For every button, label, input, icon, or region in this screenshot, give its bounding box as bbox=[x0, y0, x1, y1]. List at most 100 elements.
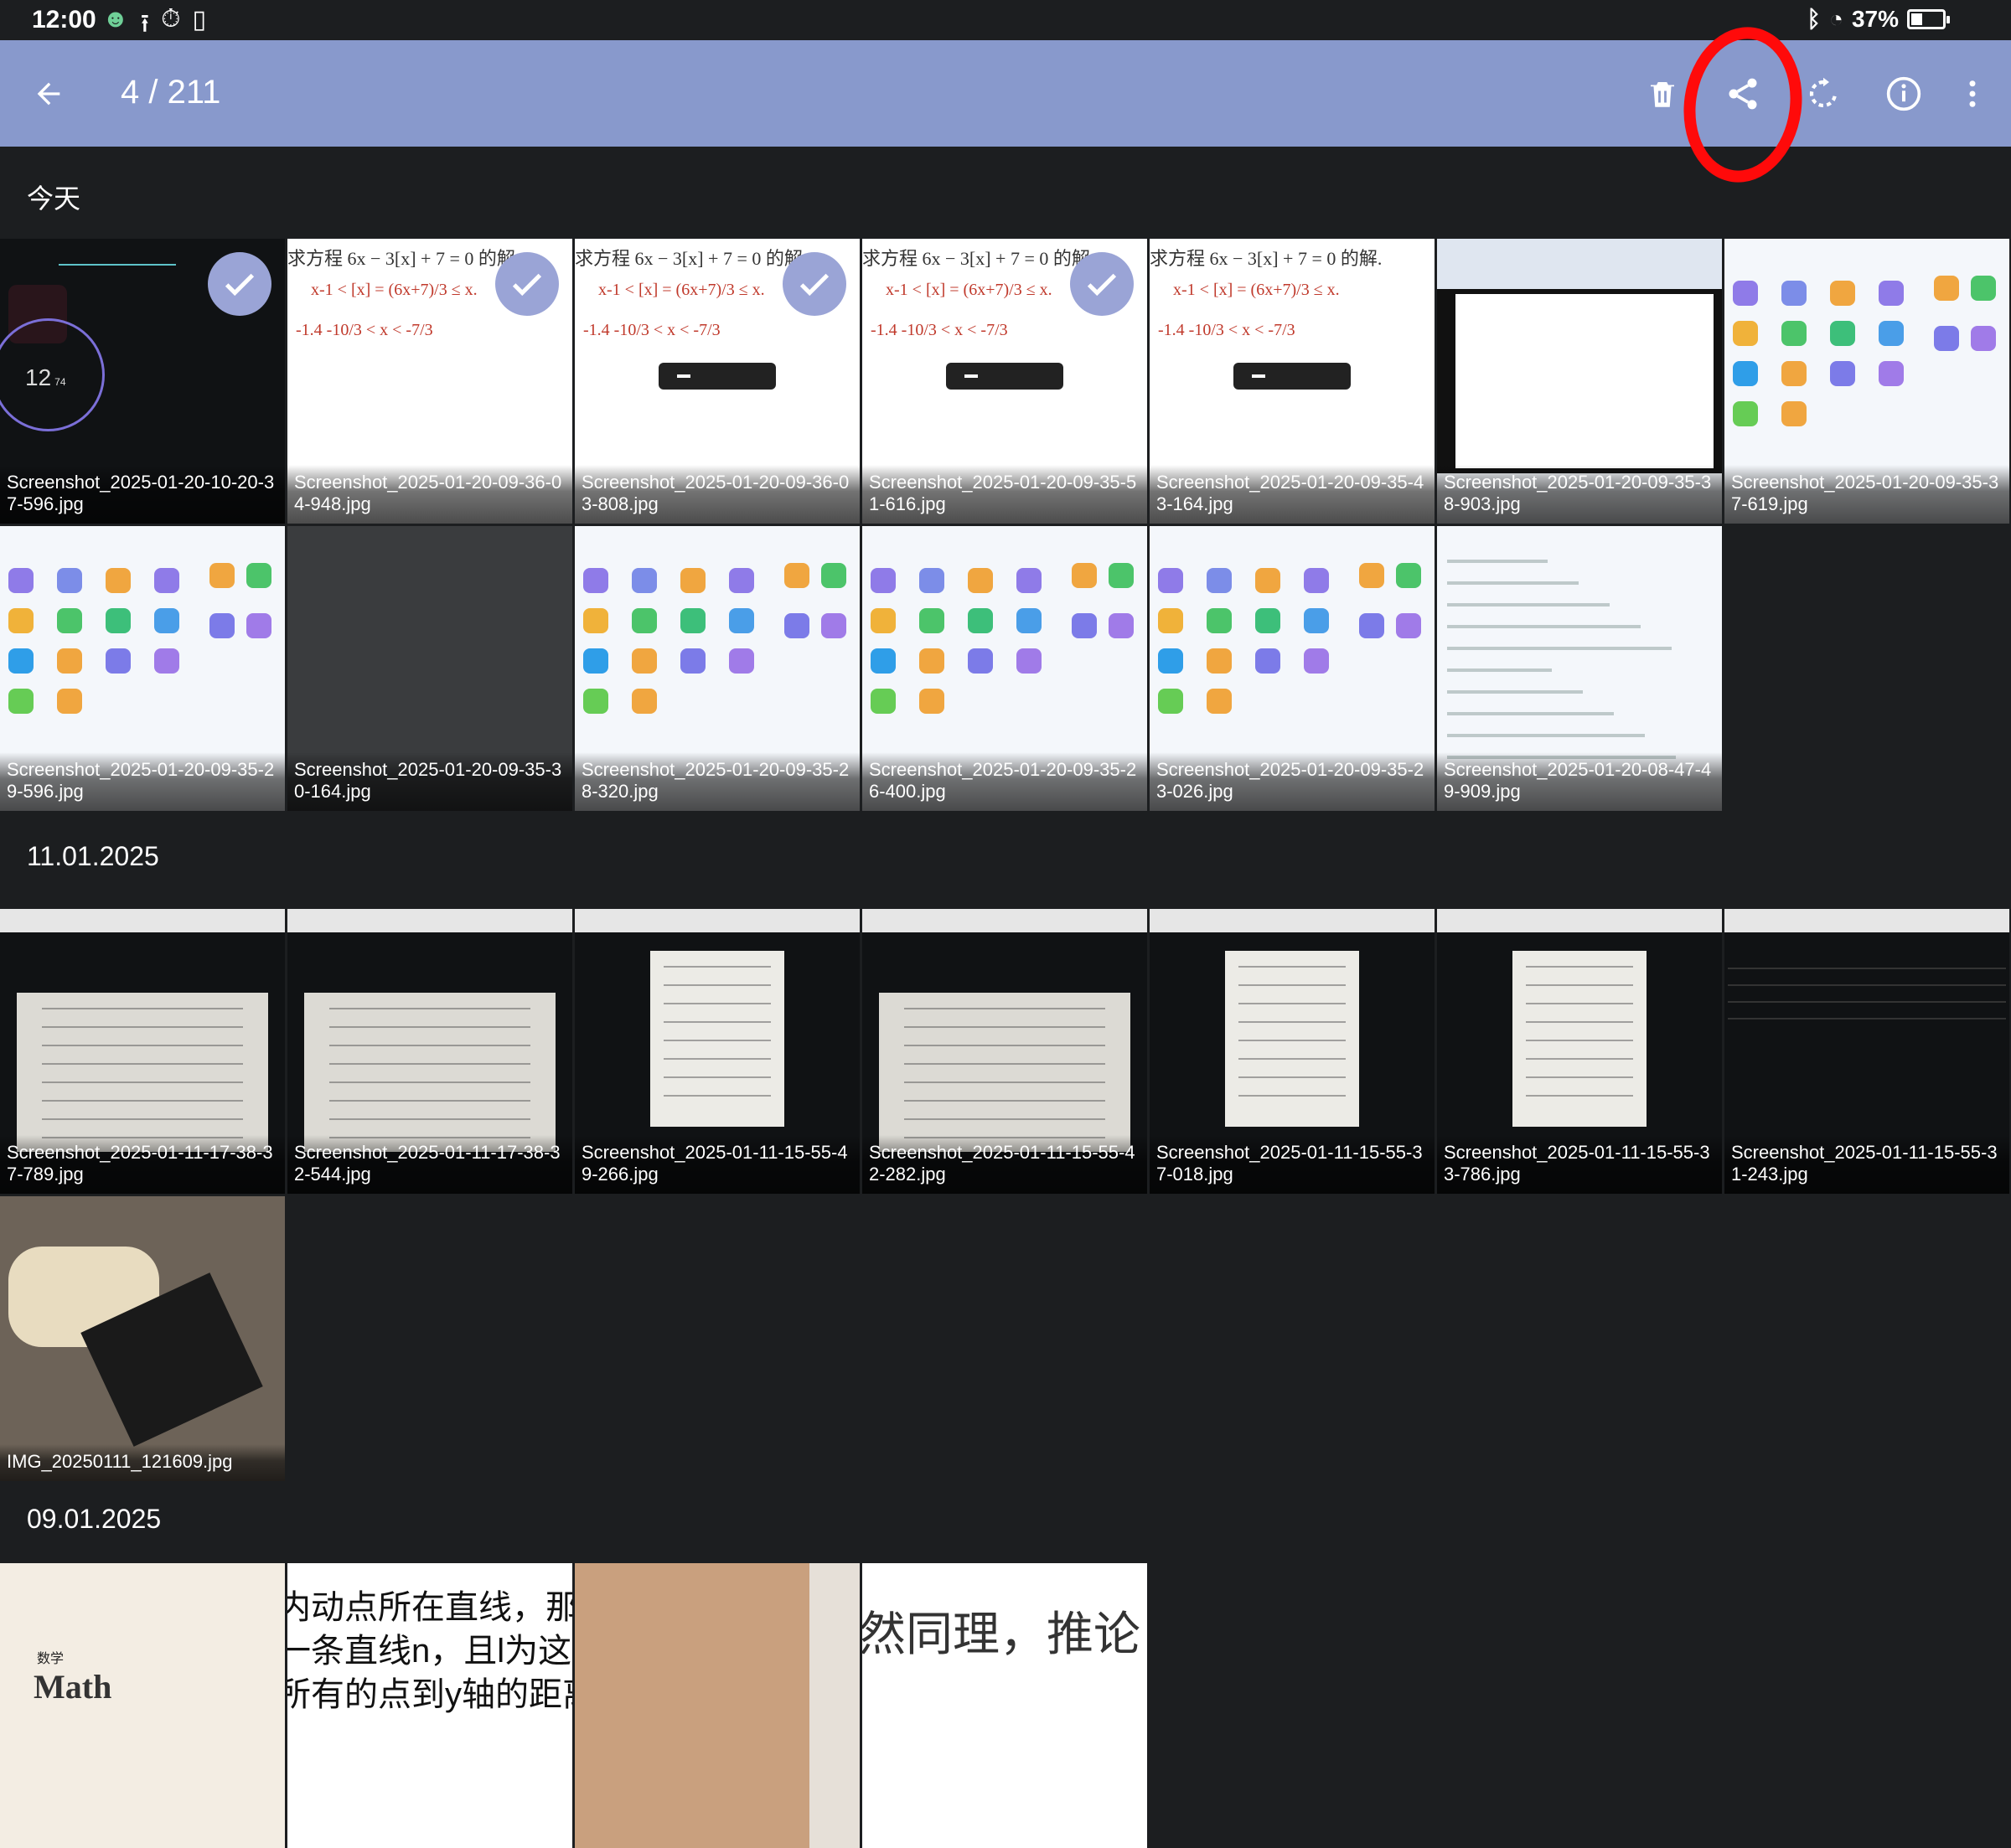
app-icon bbox=[1359, 613, 1384, 638]
chinese-text-line: 所有的点到y轴的距离 bbox=[287, 1676, 572, 1713]
thumbnail-filename: Screenshot_2025-01-20-09-36-03-808.jpg bbox=[575, 465, 860, 524]
app-icon bbox=[632, 689, 657, 714]
handwriting-line bbox=[1238, 1021, 1346, 1023]
rotate-button[interactable] bbox=[1798, 69, 1848, 119]
handwriting-line bbox=[664, 1095, 771, 1097]
photo-thumbnail[interactable]: 数学 Math bbox=[0, 1563, 285, 1848]
photo-thumbnail[interactable]: Screenshot_2025-01-11-15-55-37-018.jpg bbox=[1150, 909, 1435, 1194]
selection-checkmark[interactable] bbox=[208, 252, 271, 316]
paper-photo bbox=[304, 993, 556, 1152]
screenshot-topbar bbox=[1724, 909, 2009, 932]
info-button[interactable] bbox=[1879, 69, 1929, 119]
math-problem-text: 求方程 6x − 3[x] + 7 = 0 的解. bbox=[287, 248, 520, 269]
app-icon bbox=[246, 613, 271, 638]
photo-thumbnail[interactable]: 然同理，推论 bbox=[862, 1563, 1147, 1848]
photo-thumbnail[interactable]: Screenshot_2025-01-11-15-55-33-786.jpg bbox=[1437, 909, 1722, 1194]
handwriting-line bbox=[904, 1118, 1105, 1120]
photo-thumbnail[interactable]: Screenshot_2025-01-11-15-55-42-282.jpg bbox=[862, 909, 1147, 1194]
handwriting-line bbox=[1238, 1003, 1346, 1004]
app-icon bbox=[1396, 563, 1421, 588]
app-icon bbox=[1781, 321, 1807, 346]
status-right: ᛒ ◔ 37% bbox=[1807, 6, 1950, 33]
share-button[interactable] bbox=[1718, 69, 1768, 119]
handwriting-line bbox=[1526, 1003, 1633, 1004]
app-icon bbox=[1934, 276, 1959, 301]
app-icon bbox=[968, 568, 993, 593]
photo-thumbnail[interactable]: Screenshot_2025-01-11-17-38-37-789.jpg bbox=[0, 909, 285, 1194]
app-icon bbox=[1109, 613, 1134, 638]
photo-thumbnail[interactable]: Screenshot_2025-01-20-08-47-49-909.jpg bbox=[1437, 526, 1722, 811]
app-icon bbox=[919, 648, 944, 674]
thumbnail-filename: Screenshot_2025-01-20-08-47-49-909.jpg bbox=[1437, 752, 1722, 811]
handwriting-line bbox=[42, 1008, 243, 1009]
doc-text-line bbox=[1447, 734, 1645, 737]
app-icon bbox=[1109, 563, 1134, 588]
photo-thumbnail[interactable] bbox=[575, 1563, 860, 1848]
app-icon-grid bbox=[583, 568, 776, 714]
app-icon bbox=[1207, 568, 1232, 593]
handwriting: x-1 < [x] = (6x+7)/3 ≤ x. bbox=[886, 281, 1052, 299]
app-icon bbox=[583, 568, 608, 593]
photo-thumbnail[interactable]: 求方程 6x − 3[x] + 7 = 0 的解. x-1 < [x] = (6x… bbox=[1150, 239, 1435, 524]
app-icon bbox=[729, 648, 754, 674]
app-icon bbox=[968, 608, 993, 633]
app-icon bbox=[1781, 281, 1807, 306]
handwriting-line bbox=[1526, 1076, 1633, 1078]
trash-icon bbox=[1651, 82, 1674, 107]
photo-thumbnail[interactable]: Screenshot_2025-01-11-15-55-49-266.jpg bbox=[575, 909, 860, 1194]
photo-grid-2025-01-09: 数学 Math 内动点所在直线，那么一条直线n，且l为这直所有的点到y轴的距离 然同理… bbox=[0, 1563, 2011, 1848]
thumbnail-filename: Screenshot_2025-01-11-17-38-32-544.jpg bbox=[287, 1135, 572, 1194]
thumbnail-filename: Screenshot_2025-01-20-09-35-51-616.jpg bbox=[862, 465, 1147, 524]
photo-thumbnail[interactable]: Screenshot_2025-01-11-17-38-32-544.jpg bbox=[287, 909, 572, 1194]
handwriting-line bbox=[1238, 1058, 1346, 1060]
selection-checkmark[interactable] bbox=[1070, 252, 1134, 316]
system-apps-panel bbox=[209, 543, 277, 643]
app-icon bbox=[680, 608, 706, 633]
status-time: 12:00 bbox=[32, 6, 96, 34]
delete-button[interactable] bbox=[1637, 69, 1688, 119]
app-icon bbox=[1971, 326, 1996, 351]
thumbnail-filename: Screenshot_2025-01-20-09-35-37-619.jpg bbox=[1724, 465, 2009, 524]
handwriting: x-1 < [x] = (6x+7)/3 ≤ x. bbox=[1173, 281, 1340, 299]
photo-thumbnail[interactable]: 求方程 6x − 3[x] + 7 = 0 的解. x-1 < [x] = (6x… bbox=[575, 239, 860, 524]
handwriting-line bbox=[1238, 1076, 1346, 1078]
doc-text-line bbox=[1447, 712, 1614, 715]
app-icon bbox=[919, 608, 944, 633]
rotate-icon bbox=[1809, 77, 1838, 108]
photo-thumbnail[interactable]: 求方程 6x − 3[x] + 7 = 0 的解. x-1 < [x] = (6x… bbox=[862, 239, 1147, 524]
handwriting-line bbox=[664, 966, 771, 968]
photo-thumbnail[interactable]: Screenshot_2025-01-20-09-35-30-164.jpg bbox=[287, 526, 572, 811]
screenshot-topbar bbox=[862, 909, 1147, 932]
timer-small: 74 bbox=[54, 376, 66, 388]
photo-thumbnail[interactable]: Screenshot_2025-01-20-09-35-26-400.jpg bbox=[862, 526, 1147, 811]
progress-line bbox=[59, 264, 176, 266]
handwriting-line bbox=[329, 1045, 530, 1046]
photo-thumbnail[interactable]: 求方程 6x − 3[x] + 7 = 0 的解. x-1 < [x] = (6x… bbox=[287, 239, 572, 524]
handwriting-line bbox=[329, 1026, 530, 1028]
photo-thumbnail[interactable]: IMG_20250111_121609.jpg bbox=[0, 1196, 285, 1481]
selection-toolbar: 4 / 211 bbox=[0, 40, 2011, 147]
math-problem-text: 求方程 6x − 3[x] + 7 = 0 的解. bbox=[1150, 248, 1383, 269]
photo-thumbnail[interactable]: Screenshot_2025-01-20-09-35-38-903.jpg bbox=[1437, 239, 1722, 524]
more-options-button[interactable] bbox=[1947, 69, 1998, 119]
photo-thumbnail[interactable]: Screenshot_2025-01-20-09-35-28-320.jpg bbox=[575, 526, 860, 811]
file-list-row bbox=[1728, 968, 2006, 969]
selection-checkmark[interactable] bbox=[495, 252, 559, 316]
handwriting-line bbox=[1238, 966, 1346, 968]
app-icon bbox=[8, 689, 34, 714]
photo-thumbnail[interactable]: Screenshot_2025-01-20-09-35-37-619.jpg bbox=[1724, 239, 2009, 524]
doc-text-line bbox=[1447, 647, 1672, 650]
photo-thumbnail[interactable]: Screenshot_2025-01-11-15-55-31-243.jpg bbox=[1724, 909, 2009, 1194]
back-button[interactable] bbox=[25, 70, 72, 117]
battery-percent: 37% bbox=[1851, 6, 1899, 32]
book-label-cn: 数学 bbox=[37, 1652, 65, 1666]
screenshot-topbar bbox=[0, 909, 285, 932]
app-icon bbox=[968, 648, 993, 674]
check-icon bbox=[1087, 273, 1117, 297]
photo-thumbnail[interactable]: 内动点所在直线，那么一条直线n，且l为这直所有的点到y轴的距离 bbox=[287, 1563, 572, 1848]
photo-thumbnail[interactable]: 12 74 Screenshot_2025-01-20-10-20-37-596.j… bbox=[0, 239, 285, 524]
selection-checkmark[interactable] bbox=[783, 252, 846, 316]
photo-thumbnail[interactable]: Screenshot_2025-01-20-09-35-29-596.jpg bbox=[0, 526, 285, 811]
handwriting-line bbox=[1238, 984, 1346, 986]
photo-thumbnail[interactable]: Screenshot_2025-01-20-09-35-23-026.jpg bbox=[1150, 526, 1435, 811]
